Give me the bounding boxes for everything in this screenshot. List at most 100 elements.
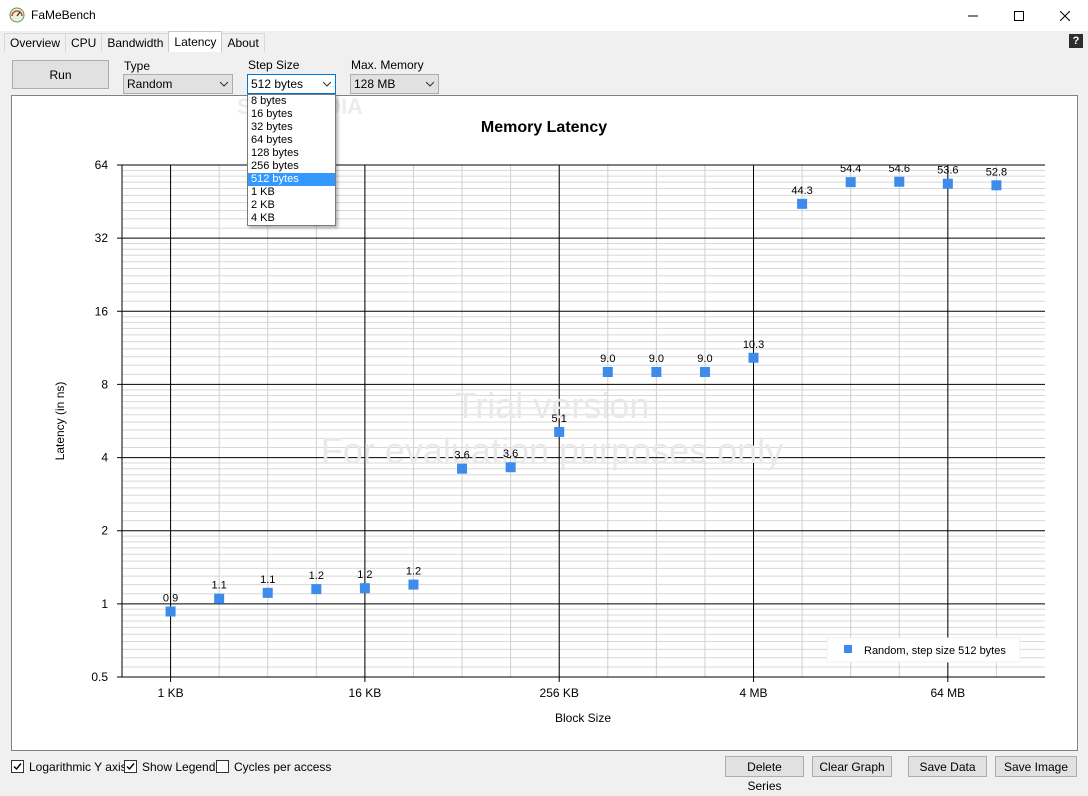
- data-label: 53.6: [937, 165, 958, 177]
- tab-about[interactable]: About: [221, 33, 265, 52]
- save-data-button[interactable]: Save Data: [908, 756, 987, 777]
- cycles-per-access-checkbox[interactable]: [216, 760, 229, 773]
- y-tick-label: 32: [95, 231, 109, 245]
- data-label: 54.4: [840, 163, 861, 175]
- max-memory-label: Max. Memory: [351, 58, 424, 72]
- data-point: [505, 462, 516, 473]
- data-point: [845, 177, 856, 188]
- step-size-option[interactable]: 16 bytes: [248, 108, 335, 121]
- step-size-label: Step Size: [248, 58, 300, 72]
- help-button[interactable]: ?: [1069, 34, 1083, 48]
- data-point: [797, 198, 808, 209]
- data-point: [942, 178, 953, 189]
- window-title: FaMeBench: [31, 8, 96, 22]
- chart-title: Memory Latency: [481, 119, 607, 136]
- delete-series-button[interactable]: Delete Series: [725, 756, 804, 793]
- step-size-option[interactable]: 2 KB: [248, 199, 335, 212]
- data-label: 1.1: [212, 580, 227, 592]
- data-label: 9.0: [600, 353, 615, 365]
- y-tick-label: 4: [101, 451, 108, 465]
- data-point: [408, 579, 419, 590]
- clear-graph-button[interactable]: Clear Graph: [812, 756, 892, 777]
- chevron-down-icon: [323, 81, 331, 87]
- step-size-value: 512 bytes: [251, 77, 304, 91]
- x-tick-label: 4 MB: [740, 686, 768, 700]
- x-axis-title: Block Size: [555, 711, 611, 725]
- cycles-per-access-label: Cycles per access: [234, 760, 332, 774]
- data-point: [651, 366, 662, 377]
- data-label: 44.3: [791, 185, 812, 197]
- log-y-axis-checkbox[interactable]: [11, 760, 24, 773]
- step-size-dropdown-list[interactable]: 8 bytes 16 bytes 32 bytes 64 bytes 128 bytes…: [247, 94, 336, 226]
- save-image-button[interactable]: Save Image: [995, 756, 1077, 777]
- data-point: [214, 593, 225, 604]
- data-point: [602, 366, 613, 377]
- checkmark-icon: [126, 763, 135, 771]
- data-label: 1.1: [260, 574, 275, 586]
- maximize-button[interactable]: [996, 0, 1042, 31]
- data-label: 3.6: [454, 450, 469, 462]
- tab-overview[interactable]: Overview: [4, 33, 67, 52]
- data-label: 5.1: [552, 413, 567, 425]
- data-label: 52.8: [986, 166, 1007, 178]
- x-tick-label: 16 KB: [349, 686, 382, 700]
- data-point: [262, 587, 273, 598]
- show-legend-checkbox[interactable]: [124, 760, 137, 773]
- chevron-down-icon: [220, 81, 228, 87]
- data-point: [991, 180, 1002, 191]
- y-tick-label: 64: [95, 158, 109, 172]
- step-size-option[interactable]: 64 bytes: [248, 134, 335, 147]
- close-icon: [1060, 10, 1070, 21]
- data-point: [457, 463, 468, 474]
- tab-cpu[interactable]: CPU: [65, 33, 103, 52]
- title-bar: FaMeBench: [0, 0, 1088, 31]
- step-size-option[interactable]: 32 bytes: [248, 121, 335, 134]
- show-legend-label: Show Legend: [142, 760, 216, 774]
- minimize-icon: [968, 15, 978, 16]
- x-tick-label: 256 KB: [540, 686, 579, 700]
- data-label: 1.2: [309, 570, 324, 582]
- step-size-select[interactable]: 512 bytes: [247, 74, 336, 94]
- data-label: 10.3: [743, 339, 764, 351]
- max-memory-value: 128 MB: [354, 77, 396, 91]
- data-label: 9.0: [697, 353, 712, 365]
- y-axis-title: Latency (in ns): [53, 382, 67, 461]
- data-label: 1.2: [406, 566, 421, 578]
- max-memory-select[interactable]: 128 MB: [350, 74, 439, 94]
- chevron-down-icon: [426, 81, 434, 87]
- data-point: [894, 176, 905, 187]
- type-select[interactable]: Random: [123, 74, 233, 94]
- data-label: 9.0: [649, 353, 664, 365]
- step-size-option[interactable]: 256 bytes: [248, 160, 335, 173]
- step-size-option[interactable]: 1 KB: [248, 186, 335, 199]
- tab-bandwidth[interactable]: Bandwidth: [101, 33, 170, 52]
- data-label: 1.2: [357, 569, 372, 581]
- minimize-button[interactable]: [950, 0, 996, 31]
- type-select-value: Random: [127, 77, 173, 91]
- y-tick-label: 8: [101, 377, 108, 391]
- run-benchmark-button[interactable]: Run Benchmark: [12, 60, 109, 109]
- close-button[interactable]: [1042, 0, 1088, 31]
- step-size-option[interactable]: 8 bytes: [248, 95, 335, 108]
- data-label: 0.9: [163, 593, 178, 605]
- step-size-option[interactable]: 512 bytes: [248, 173, 335, 186]
- y-tick-label: 2: [101, 524, 108, 538]
- maximize-icon: [1014, 10, 1024, 21]
- app-gauge-icon: [9, 7, 25, 23]
- data-point: [165, 606, 176, 617]
- legend-marker: [844, 645, 852, 653]
- data-label: 54.6: [889, 163, 910, 175]
- tab-latency[interactable]: Latency: [168, 31, 223, 52]
- y-tick-label: 16: [95, 304, 109, 318]
- step-size-option[interactable]: 128 bytes: [248, 147, 335, 160]
- data-point: [311, 584, 322, 595]
- step-size-option[interactable]: 4 KB: [248, 212, 335, 225]
- y-tick-label: 0.5: [91, 670, 108, 684]
- log-y-axis-label: Logarithmic Y axis: [29, 760, 127, 774]
- checkmark-icon: [13, 763, 22, 771]
- chart-panel: 1 KB 16 KB 256 KB 4 MB 64 MB 0.5 1 2 4 8 16 32 64 Mem…: [11, 95, 1078, 751]
- data-point: [554, 426, 565, 437]
- data-point: [748, 352, 759, 363]
- y-tick-label: 1: [101, 597, 108, 611]
- type-label: Type: [124, 59, 151, 73]
